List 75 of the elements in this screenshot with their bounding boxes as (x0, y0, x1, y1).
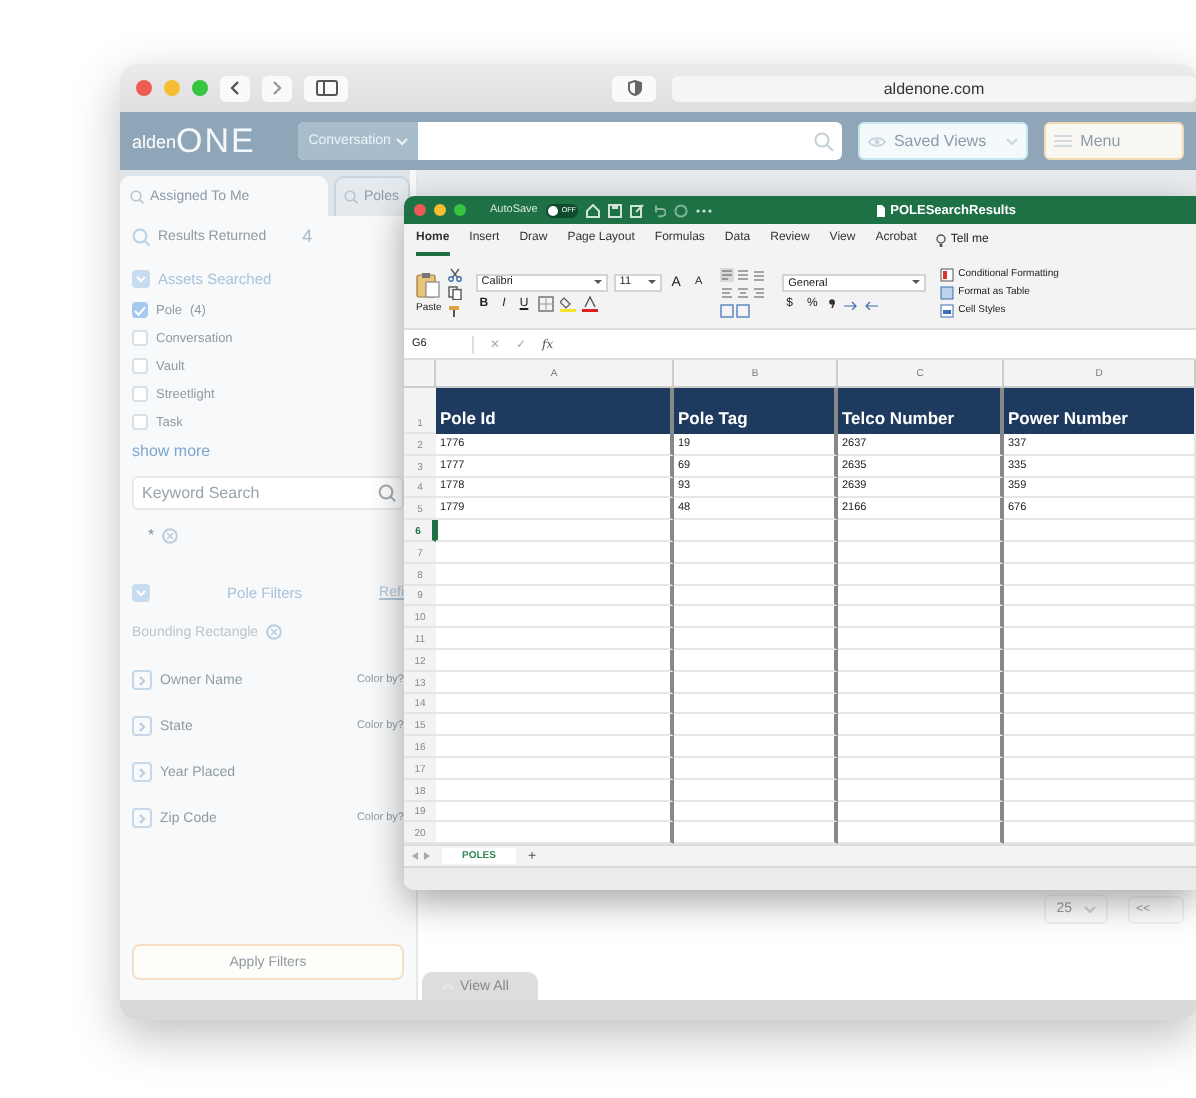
comma-style-icon[interactable] (827, 296, 836, 310)
keyword-search-field[interactable]: Keyword Search (132, 476, 404, 510)
chevron-down-icon (912, 280, 921, 286)
checkbox[interactable] (132, 414, 148, 430)
address-bar[interactable]: aldenone.com (672, 75, 1196, 101)
home-icon[interactable] (585, 203, 600, 217)
scroll-sheets-button[interactable] (412, 852, 430, 861)
expand-button[interactable] (132, 808, 152, 828)
chevron-right-icon (138, 813, 146, 823)
checkbox[interactable] (132, 302, 148, 318)
table-cell: Power Number (1004, 388, 1196, 434)
shield-icon (627, 80, 641, 96)
align-text-icon[interactable] (720, 285, 769, 299)
table-cell: Pole Id (436, 388, 674, 434)
forward-button[interactable] (262, 75, 292, 101)
chevron-down-icon (396, 137, 409, 145)
checkbox[interactable] (132, 386, 148, 402)
sidebar-button[interactable] (304, 75, 348, 101)
font-color-icon[interactable] (582, 295, 599, 311)
paintbrush-icon[interactable] (447, 303, 462, 317)
logo: aldenONE (132, 121, 258, 161)
lightbulb-icon (936, 233, 947, 247)
chevron-down-icon (593, 279, 602, 285)
expand-button[interactable] (132, 716, 152, 736)
menu-button[interactable]: Menu (1044, 122, 1184, 160)
align-top-icon[interactable] (720, 267, 769, 281)
save-icon[interactable] (607, 203, 622, 217)
sidebar-icon (315, 80, 337, 96)
copy-icon[interactable] (447, 285, 462, 299)
chevron-down-icon (136, 589, 146, 597)
chevron-right-icon (138, 675, 146, 685)
filter-text: * (148, 526, 155, 544)
expand-button[interactable] (132, 762, 152, 782)
chevron-down-icon (1006, 137, 1019, 145)
select-all-button[interactable] (404, 360, 436, 388)
edit-icon[interactable] (629, 203, 644, 217)
privacy-button[interactable] (612, 75, 656, 101)
borders-icon[interactable] (538, 295, 555, 311)
search-icon (378, 484, 396, 502)
clipboard-icon (416, 271, 441, 297)
undo-icon[interactable] (651, 203, 666, 217)
menu-icon (1054, 134, 1073, 148)
increase-decimal-icon[interactable] (841, 296, 858, 310)
checkmark-icon (134, 305, 146, 315)
table-cell: Pole Tag (674, 388, 838, 434)
results-count: 4 (302, 226, 313, 246)
scissors-icon[interactable] (447, 267, 462, 281)
arrows-icon (412, 852, 430, 861)
back-button[interactable] (220, 75, 250, 101)
collapse-toggle[interactable] (132, 270, 150, 288)
redo-icon[interactable] (673, 203, 688, 217)
collapse-toggle[interactable] (132, 584, 150, 602)
chevron-right-icon (272, 80, 282, 96)
expand-button[interactable] (132, 670, 152, 690)
checkbox[interactable] (132, 330, 148, 346)
remove-icon[interactable] (266, 624, 283, 640)
eye-icon (867, 135, 886, 147)
search-icon (130, 190, 144, 204)
search-icon (132, 227, 150, 245)
chevron-left-icon (230, 80, 240, 96)
search-icon (344, 190, 358, 204)
chevron-right-icon (138, 721, 146, 731)
fill-color-icon[interactable] (560, 295, 577, 311)
chevron-down-icon (136, 275, 146, 283)
document-icon (876, 203, 887, 217)
table-cell: Telco Number (838, 388, 1004, 434)
saved-views-dropdown[interactable]: Saved Views (857, 122, 1029, 160)
decrease-decimal-icon[interactable] (863, 296, 880, 310)
show-more-link[interactable]: show more (132, 442, 404, 460)
checkbox[interactable] (132, 358, 148, 374)
more-icon[interactable] (695, 207, 712, 213)
search-icon (813, 131, 834, 151)
chevron-right-icon (138, 767, 146, 777)
remove-icon[interactable] (162, 527, 179, 543)
chevron-down-icon (647, 279, 656, 285)
